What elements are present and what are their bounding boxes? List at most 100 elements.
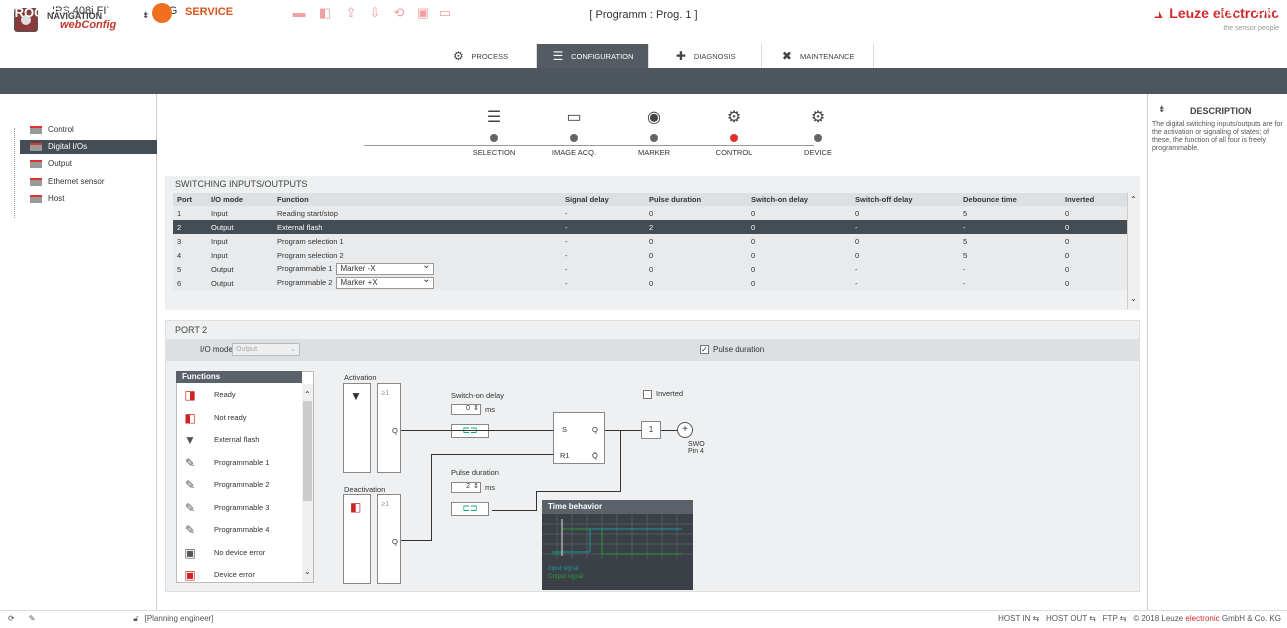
col-switch-on-delay: Switch-on delay <box>747 193 851 206</box>
table-cell: Program selection 2 <box>273 248 561 262</box>
function-item[interactable]: ◧ Not ready <box>180 407 298 429</box>
table-cell: - <box>561 248 645 262</box>
reset-icon[interactable]: ⟲ <box>390 4 408 22</box>
function-item[interactable]: ▣ No device error <box>180 542 298 564</box>
col-port: Port <box>173 193 207 206</box>
table-cell: 3 <box>173 234 207 248</box>
col-signal-delay: Signal delay <box>561 193 645 206</box>
pulse-duration-checkbox[interactable]: ✓ Pulse duration <box>700 345 764 355</box>
refresh-icon[interactable]: ⟳ <box>8 614 15 624</box>
wire <box>661 430 677 431</box>
nav-item-output[interactable]: Output <box>20 157 157 171</box>
monitor-icon[interactable]: ▬ <box>290 4 308 22</box>
ethernet-icon <box>30 178 42 186</box>
table-cell: - <box>561 234 645 248</box>
function-item[interactable]: ◨ Ready <box>180 384 298 406</box>
step-marker[interactable]: ◉ MARKER <box>614 108 694 157</box>
host-out-status: HOST OUT <box>1046 614 1088 623</box>
function-icon: ◧ <box>184 410 196 425</box>
table-cell: - <box>959 220 1061 234</box>
scroll-thumb[interactable] <box>303 401 312 501</box>
scroll-down-icon[interactable]: ⌄ <box>304 567 311 576</box>
digital-io-icon <box>30 143 42 151</box>
tab-diagnosis[interactable]: ✚ DIAGNOSIS <box>649 44 762 68</box>
io-mode-label: I/O mode <box>200 345 233 354</box>
mode-toggle[interactable] <box>106 3 172 23</box>
description-title: DESCRIPTION <box>1190 106 1252 116</box>
tab-maintenance[interactable]: ✖ MAINTENANCE <box>761 44 874 68</box>
sr-flipflop: S Q R1 Q̄ <box>553 412 605 464</box>
nav-item-host[interactable]: Host <box>20 192 157 206</box>
edit-icon[interactable]: ✎ <box>29 614 36 624</box>
table-row[interactable]: 3 Input Program selection 1-00050 <box>173 234 1127 248</box>
camera-icon[interactable]: ◧ <box>316 4 334 22</box>
scroll-up-icon[interactable]: ⌃ <box>1130 195 1137 204</box>
language-select[interactable]: EN ▾ <box>1255 4 1281 21</box>
pin-icon[interactable]: ⇟ <box>1158 104 1166 115</box>
table-row[interactable]: 5OutputProgrammable 1Marker -X-00--0 <box>173 261 1127 276</box>
pulse-unit: ms <box>485 483 495 492</box>
switching-title: SWITCHING INPUTS/OUTPUTS <box>175 179 308 189</box>
step-control[interactable]: ⚙ CONTROL <box>694 108 774 157</box>
col-function: Function <box>273 193 561 206</box>
nav-item-digital-ios[interactable]: Digital I/Os <box>20 140 157 154</box>
save-icon[interactable]: ▣ <box>414 4 432 22</box>
table-cell: 0 <box>645 234 747 248</box>
inverted-checkbox[interactable]: Inverted <box>643 389 683 399</box>
step-image-acq[interactable]: ▭ IMAGE ACQ. <box>534 108 614 157</box>
scroll-down-icon[interactable]: ⌄ <box>1130 294 1137 303</box>
login-icon[interactable]: ⚑ <box>1186 4 1197 21</box>
lock-icon[interactable]: 🔓︎ <box>133 614 138 624</box>
function-item[interactable]: ✎ Programmable 3 <box>180 497 298 519</box>
step-device[interactable]: ⚙ DEVICE <box>778 108 858 157</box>
device-menu-icon[interactable]: ▮▾ <box>1154 4 1167 21</box>
description-text: The digital switching inputs/outputs are… <box>1152 121 1283 152</box>
info-icon[interactable]: ⓘ▾ <box>1217 4 1235 21</box>
output-pin-icon: + <box>677 422 693 438</box>
table-scrollbar[interactable]: ⌃ ⌄ <box>1127 193 1139 309</box>
host-in-status: HOST IN <box>998 614 1031 623</box>
io-mode-select[interactable]: Output ⌄ <box>232 343 300 356</box>
deactivation-or-gate: ≥1 Q <box>377 494 401 584</box>
legend-output: Output signal <box>548 574 583 580</box>
nav-item-ethernet-sensor[interactable]: Ethernet sensor <box>20 175 157 189</box>
table-row[interactable]: 4 Input Program selection 2-00050 <box>173 248 1127 262</box>
step-selection[interactable]: ☰ SELECTION <box>454 108 534 157</box>
function-icon: ✎ <box>184 523 196 537</box>
pulse-duration-input[interactable]: 2 ⇕ <box>451 482 481 493</box>
tab-process[interactable]: ⚙ PROCESS <box>424 44 537 68</box>
upload-icon[interactable]: ⇪ <box>342 4 360 22</box>
function-item[interactable]: ✎ Programmable 4 <box>180 519 298 541</box>
switch-on-delay-input[interactable]: 0 ⇕ <box>451 404 481 415</box>
device-step-icon: ⚙ <box>810 109 826 126</box>
table-row[interactable]: 2 Output External flash -2 0- -0 <box>173 220 1127 234</box>
function-item[interactable]: ▣ Device error <box>180 564 298 586</box>
activation-slot[interactable]: ▼ <box>343 383 371 473</box>
functions-scrollbar[interactable]: ⌃ ⌄ <box>302 384 313 582</box>
function-item[interactable]: ▼ External flash <box>180 429 298 451</box>
deactivation-slot[interactable]: ◧ <box>343 494 371 584</box>
tab-configuration[interactable]: ☰ CONFIGURATION <box>536 44 649 68</box>
function-select[interactable]: Marker -X <box>336 261 435 275</box>
function-item[interactable]: ✎ Programmable 2 <box>180 474 298 496</box>
delete-icon[interactable]: ▭ <box>436 4 454 22</box>
download-icon[interactable]: ⇩ <box>366 4 384 22</box>
marker-icon: ◉ <box>647 109 661 126</box>
nav-item-control[interactable]: Control <box>20 123 157 137</box>
not-ready-icon: ◧ <box>350 500 362 514</box>
table-row[interactable]: 6OutputProgrammable 2Marker +X-00--0 <box>173 275 1127 290</box>
wire <box>536 491 621 492</box>
table-cell: Input <box>207 248 273 262</box>
copyright: © 2018 Leuze <box>1133 614 1186 623</box>
table-cell: 0 <box>747 206 851 220</box>
function-item[interactable]: ✎ Programmable 1 <box>180 452 298 474</box>
pin-icon[interactable]: ⇟ <box>142 10 150 21</box>
switching-table: Port I/O mode Function Signal delay Puls… <box>173 193 1127 290</box>
table-cell: - <box>959 262 1061 276</box>
function-select[interactable]: Marker +X <box>336 275 435 289</box>
table-cell: 2 <box>173 220 207 234</box>
navigation-panel <box>0 94 157 610</box>
table-row[interactable]: 1 Input Reading start/stop -0 0 0 5 0 <box>173 206 1127 220</box>
table-cell: 0 <box>645 262 747 276</box>
scroll-up-icon[interactable]: ⌃ <box>304 390 311 399</box>
